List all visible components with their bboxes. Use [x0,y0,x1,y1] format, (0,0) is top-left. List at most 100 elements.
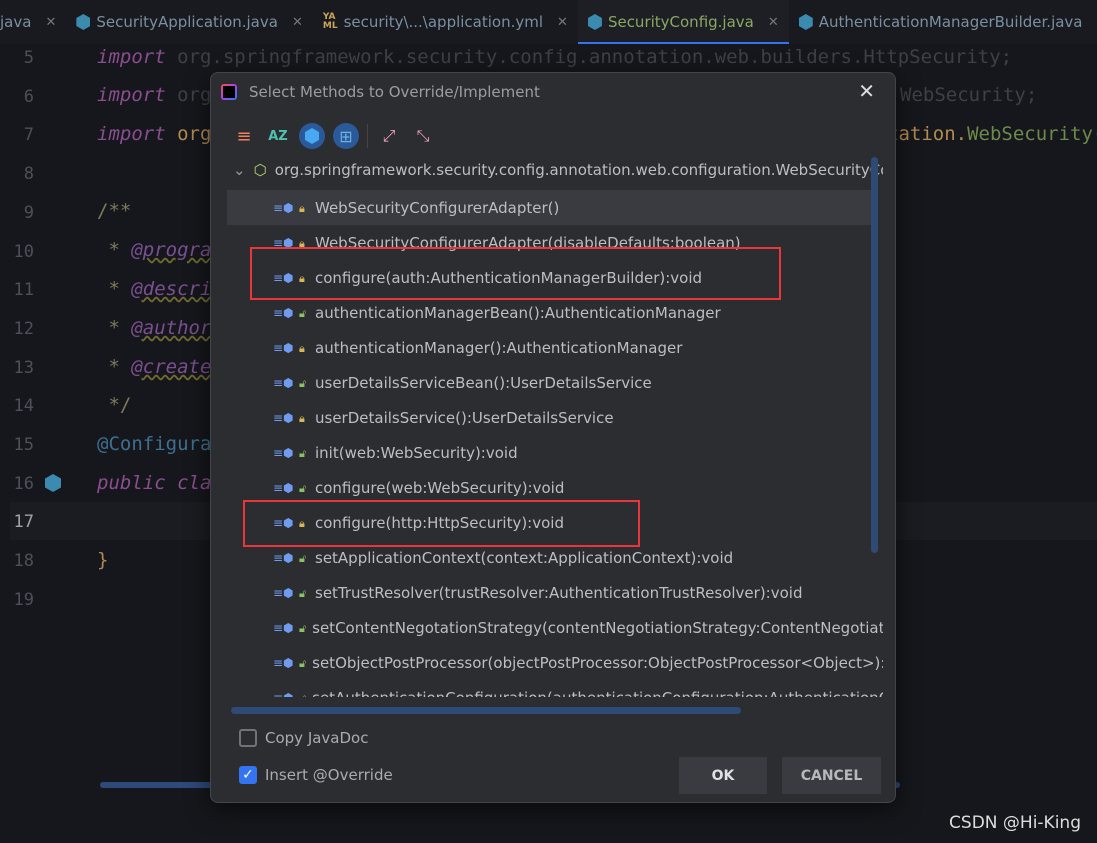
method-row[interactable]: ≡⬢ 🔒︎ userDetailsService():UserDetailsServ… [227,400,872,435]
code-line-14: */ [97,394,132,416]
code-line-6-tail: WebSecurity; [900,84,1038,106]
ok-button[interactable]: OK [679,757,767,794]
line-number: 5 [23,48,34,68]
method-label: setAuthenticationConfiguration(authentic… [312,689,883,698]
close-tab-icon[interactable]: ✕ [292,15,303,30]
class-icon [798,14,813,30]
editor-tabs: java ✕ SecurityApplication.java ✕ YA ML secu… [0,0,1097,44]
method-row[interactable]: ≡⬢ 🔓︎ setTrustResolver(trustResolver:Authe… [227,575,872,610]
unlocked-public-icon: 🔓︎ [299,586,307,600]
code-line-5: import org.springframework.security.conf… [97,46,1013,68]
code-line-18: } [97,549,109,571]
method-row[interactable]: ≡⬢ 🔒︎ WebSecurityConfigurerAdapter() [227,190,872,225]
code-line-13: * @create [97,356,212,378]
method-icon: ≡⬢ [273,445,294,460]
method-label: WebSecurityConfigurerAdapter() [315,198,560,217]
method-label: init(web:WebSecurity):void [315,443,518,462]
method-label: authenticationManagerBean():Authenticati… [315,303,721,322]
cancel-button[interactable]: CANCEL [782,757,881,794]
sort-by-visibility-icon[interactable]: ≡ [231,123,257,149]
locked-protected-icon: 🔒︎ [299,201,305,215]
line-gutter: 5 6 7 8 9 10 11 12 13 14 15 16 17 18 19 [0,44,70,804]
toolbar-separator [367,124,368,148]
unlocked-public-icon: 🔓︎ [299,551,307,565]
tree-root-node[interactable]: ⌄ ⬡ org.springframework.security.config.an… [233,161,883,179]
method-row[interactable]: ≡⬢ 🔓︎ userDetailsServiceBean():UserDetails… [227,365,872,400]
checkbox-label: Copy JavaDoc [265,729,369,747]
copy-javadoc-checkbox[interactable]: Copy JavaDoc [239,729,368,747]
tab-label: SecurityApplication.java [96,13,278,31]
collapse-all-icon[interactable]: ⤡ [410,123,436,149]
close-tab-icon[interactable]: ✕ [557,15,568,30]
list-horizontal-scrollbar[interactable] [231,707,741,714]
list-vertical-scrollbar[interactable] [871,157,878,553]
insert-override-checkbox[interactable]: ✓ Insert @Override [239,766,393,784]
chevron-down-icon[interactable]: ⌄ [233,161,246,179]
tab-security-application[interactable]: SecurityApplication.java ✕ [66,0,313,44]
method-label: setObjectPostProcessor(objectPostProcess… [312,653,883,672]
unlocked-public-icon: 🔓︎ [299,306,307,320]
method-icon: ≡⬢ [273,550,294,565]
expand-all-icon[interactable]: ⤢ [376,123,402,149]
code-line-15: @Configura [97,433,212,455]
unlocked-public-icon: 🔓︎ [299,446,307,460]
show-interfaces-icon[interactable]: ⊞ [333,123,359,149]
show-classes-icon[interactable] [299,123,325,149]
code-line-7-tail: tation.WebSecurity( [887,123,1097,145]
dialog-toolbar: ≡ AZ ⊞ ⤢ ⤡ [231,123,436,149]
method-row[interactable]: ≡⬢ 🔓︎ init(web:WebSecurity):void [227,435,872,470]
line-number: 13 [13,357,34,378]
override-methods-dialog: Select Methods to Override/Implement ✕ ≡… [210,72,896,803]
method-label: setTrustResolver(trustResolver:Authentic… [315,583,803,602]
line-number: 12 [13,318,34,339]
method-row[interactable]: ≡⬢ 🔒︎ authenticationManager():Authenticati… [227,330,872,365]
interface-icon: ⬡ [253,161,267,179]
unlocked-public-icon: 🔓︎ [299,656,307,670]
tab-label: security\...\application.yml [343,13,544,31]
code-line-7: import org [97,123,212,145]
tab-authentication-manager-builder[interactable]: AuthenticationManagerBuilder.java✕ [789,0,1097,44]
unlocked-public-icon: 🔓︎ [299,692,306,698]
tab-java[interactable]: java ✕ [0,0,66,44]
methods-tree[interactable]: ⌄ ⬡ org.springframework.security.config.an… [227,157,883,697]
close-tab-icon[interactable]: ✕ [768,15,779,30]
method-row[interactable]: ≡⬢ 🔓︎ setObjectPostProcessor(objectPostPro… [227,645,883,680]
method-row[interactable]: ≡⬢ 🔓︎ setContentNegotationStrategy(content… [227,610,883,645]
tab-security-config[interactable]: SecurityConfig.java ✕ [577,0,789,44]
tab-application-yml[interactable]: YA ML security\...\application.yml ✕ [313,0,578,44]
checkmark-icon[interactable]: ✓ [239,766,257,784]
checkbox-unchecked[interactable] [239,729,257,747]
unlocked-public-icon: 🔓︎ [299,621,307,635]
line-number: 10 [13,241,34,262]
close-tab-icon[interactable]: ✕ [45,15,56,30]
intellij-logo-icon [221,84,237,100]
locked-protected-icon: 🔒︎ [299,411,305,425]
unlocked-public-icon: 🔓︎ [299,376,307,390]
method-row[interactable]: ≡⬢ 🔓︎ setAuthenticationConfiguration(authe… [227,680,883,698]
highlight-box-configure-http [243,500,640,547]
sort-alphabetically-icon[interactable]: AZ [265,123,291,149]
line-number: 14 [13,396,34,417]
watermark: CSDN @Hi-King [949,813,1081,833]
method-label: userDetailsServiceBean():UserDetailsServ… [315,373,652,392]
method-icon: ≡⬢ [273,410,294,425]
tab-label: AuthenticationManagerBuilder.java [818,13,1083,31]
method-icon: ≡⬢ [273,340,294,355]
line-number: 15 [13,435,34,455]
method-label: userDetailsService():UserDetailsService [315,408,614,427]
class-icon [76,14,91,30]
tab-label: SecurityConfig.java [607,13,754,31]
method-icon: ≡⬢ [273,480,294,495]
method-icon: ≡⬢ [273,655,294,670]
line-number: 18 [13,551,34,572]
line-number: 8 [23,164,34,185]
dialog-title: Select Methods to Override/Implement [249,83,540,101]
tab-label: java [0,13,32,31]
close-icon[interactable]: ✕ [858,79,875,103]
code-line-11: * @descri [97,278,212,300]
code-line-10: * @progra [97,239,212,261]
method-label: setApplicationContext(context:Applicatio… [315,548,734,567]
method-row[interactable]: ≡⬢ 🔓︎ authenticationManagerBean():Authenti… [227,295,872,330]
code-line-6: import org [97,84,212,106]
line-number: 6 [23,86,34,107]
